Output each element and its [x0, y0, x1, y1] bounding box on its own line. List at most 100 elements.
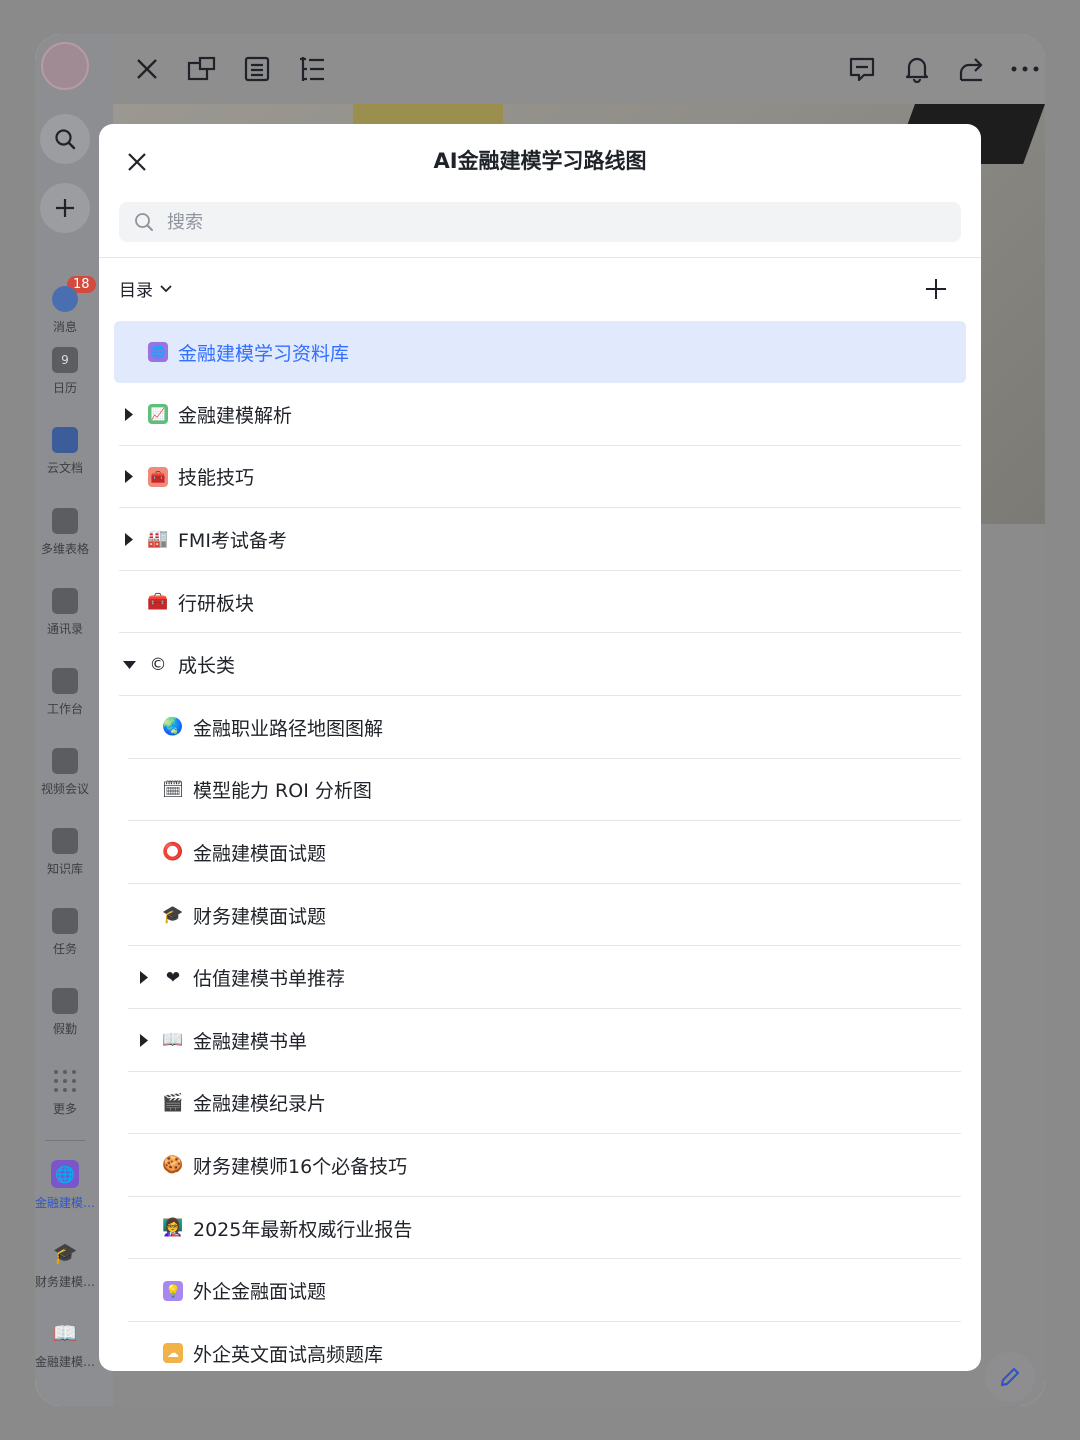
- doc-icon: [52, 427, 78, 453]
- graduation-cap-icon: 🎓: [52, 1241, 78, 1265]
- rail-item-more[interactable]: 更多: [35, 1068, 95, 1117]
- page-icon: ©: [149, 654, 167, 675]
- tree-item[interactable]: 📖 金融建模书单: [114, 1009, 966, 1072]
- tree-item-label: 金融建模纪录片: [193, 1093, 327, 1116]
- tree-item[interactable]: 🌏 金融职业路径地图图解: [114, 696, 966, 759]
- page-icon: 🎬: [162, 1092, 184, 1113]
- rail-item-label: 假勤: [52, 1022, 77, 1036]
- tree-item[interactable]: © 成长类: [114, 633, 966, 696]
- caret-right-icon[interactable]: [137, 1033, 151, 1047]
- tree-item-label: 金融建模解析: [178, 404, 293, 427]
- pencil-icon: [1000, 1367, 1020, 1387]
- tree-item[interactable]: 📈 金融建模解析: [114, 383, 966, 446]
- rail-item-apps[interactable]: 工作台: [35, 668, 95, 717]
- bell-icon: [905, 57, 929, 83]
- page-icon-glyph: 💡: [163, 1280, 183, 1301]
- page-icon: 📖: [162, 1030, 184, 1051]
- rail-divider: [45, 1140, 85, 1141]
- tree-item[interactable]: 🎬 金融建模纪录片: [114, 1072, 966, 1135]
- tree-item-label: 金融建模学习资料库: [178, 342, 350, 365]
- page-icon: 🌏: [162, 717, 184, 738]
- page-icon: 🎓: [162, 905, 184, 926]
- page-icon: ❤: [165, 967, 181, 988]
- rail-item-chat[interactable]: 18 消息: [35, 274, 98, 335]
- rail-item-task[interactable]: 任务: [35, 908, 95, 957]
- calendar-icon: 9: [52, 347, 78, 373]
- share-button[interactable]: [952, 49, 992, 89]
- page-icon: 🗓: [162, 779, 184, 800]
- toc-modal: AI金融建模学习路线图 目录 🌐 金融建模学习资料库 📈 金融建模解析 🧰 技能技巧 🏭 FM…: [99, 124, 981, 1371]
- top-toolbar: [113, 34, 1045, 104]
- tree-item[interactable]: 💡 外企金融面试题: [114, 1259, 966, 1322]
- more-icon: [52, 1068, 78, 1094]
- page-icon: ⭕: [162, 842, 184, 863]
- outline-button[interactable]: [237, 49, 277, 89]
- add-page-button[interactable]: [921, 274, 951, 304]
- rail-item-label: 通讯录: [46, 622, 83, 636]
- tree-item[interactable]: ⭕ 金融建模面试题: [114, 821, 966, 884]
- comment-icon: [849, 57, 875, 82]
- close-button[interactable]: [127, 49, 167, 89]
- edit-button[interactable]: [985, 1352, 1035, 1402]
- pinned-item[interactable]: 📖 金融建模…: [35, 1319, 95, 1370]
- rail-item-attendance[interactable]: 假勤: [35, 988, 95, 1037]
- tree-item-label: 2025年最新权威行业报告: [193, 1218, 413, 1241]
- caret-right-icon[interactable]: [122, 532, 136, 546]
- book-icon: 📖: [52, 1321, 78, 1345]
- search-button[interactable]: [40, 114, 90, 164]
- tree-item[interactable]: 🎓 财务建模面试题: [114, 884, 966, 947]
- tree-item[interactable]: 🧰 技能技巧: [114, 446, 966, 509]
- page-icon: 👩‍🏫: [162, 1218, 184, 1239]
- rail-item-base[interactable]: 多维表格: [35, 508, 95, 557]
- tree-item[interactable]: ❤ 估值建模书单推荐: [114, 946, 966, 1009]
- caret-right-icon[interactable]: [122, 470, 136, 484]
- tree-item[interactable]: 🧰 行研板块: [114, 571, 966, 634]
- pinned-item[interactable]: 🌐 金融建模…: [35, 1160, 95, 1211]
- rail-item-calendar[interactable]: 9 日历: [35, 347, 95, 396]
- tree-item[interactable]: 👩‍🏫 2025年最新权威行业报告: [114, 1197, 966, 1260]
- avatar[interactable]: [41, 42, 89, 90]
- search-box[interactable]: [119, 202, 961, 242]
- tree-item[interactable]: 🗓 模型能力 ROI 分析图: [114, 759, 966, 822]
- tree-item[interactable]: 🍪 财务建模师16个必备技巧: [114, 1134, 966, 1197]
- tree-button[interactable]: [292, 49, 332, 89]
- contacts-icon: [52, 588, 78, 614]
- pinned-item-label: 财务建模…: [35, 1275, 96, 1289]
- rail-item-doc[interactable]: 云文档: [35, 427, 95, 476]
- caret-down-icon[interactable]: [122, 658, 136, 672]
- caret-right-icon[interactable]: [122, 407, 136, 421]
- new-window-button[interactable]: [182, 49, 222, 89]
- page-icon: 🧰: [147, 466, 169, 488]
- caret-right-icon[interactable]: [137, 971, 151, 985]
- rail-item-video[interactable]: 视频会议: [35, 748, 95, 797]
- page-icon: ☁: [162, 1342, 184, 1364]
- chat-icon: [52, 286, 78, 312]
- rail-item-label: 消息: [52, 320, 77, 334]
- task-icon: [52, 908, 78, 934]
- tree-icon: [300, 57, 324, 81]
- toc-tree: 🌐 金融建模学习资料库 📈 金融建模解析 🧰 技能技巧 🏭 FMI考试备考 🧰 行研板块 © 成长类 🌏…: [114, 321, 966, 1371]
- rail-item-wiki[interactable]: 知识库: [35, 828, 95, 877]
- tree-item-label: 估值建模书单推荐: [193, 968, 346, 991]
- create-button[interactable]: [40, 183, 90, 233]
- notification-button[interactable]: [897, 49, 937, 89]
- outline-icon: [244, 56, 270, 82]
- rail-item-label: 云文档: [46, 461, 83, 475]
- pinned-item[interactable]: 🎓 财务建模…: [35, 1239, 95, 1290]
- rail-item-label: 工作台: [46, 702, 83, 716]
- search-input[interactable]: [167, 211, 867, 233]
- rail-item-label: 视频会议: [40, 782, 89, 796]
- page-icon: 🍪: [162, 1155, 184, 1176]
- comment-button[interactable]: [842, 49, 882, 89]
- toc-dropdown[interactable]: 目录: [119, 276, 173, 301]
- attendance-icon: [52, 988, 78, 1014]
- tree-item[interactable]: ☁ 外企英文面试高频题库: [114, 1322, 966, 1371]
- rail-item-contacts[interactable]: 通讯录: [35, 588, 95, 637]
- tree-item-label: 金融职业路径地图图解: [193, 717, 384, 740]
- more-button[interactable]: [1005, 49, 1045, 89]
- rail-item-label: 多维表格: [40, 542, 89, 556]
- tree-item[interactable]: 🌐 金融建模学习资料库: [114, 321, 966, 383]
- page-icon-glyph: 📈: [148, 404, 168, 425]
- tree-item-label: 技能技巧: [178, 467, 255, 490]
- tree-item[interactable]: 🏭 FMI考试备考: [114, 508, 966, 571]
